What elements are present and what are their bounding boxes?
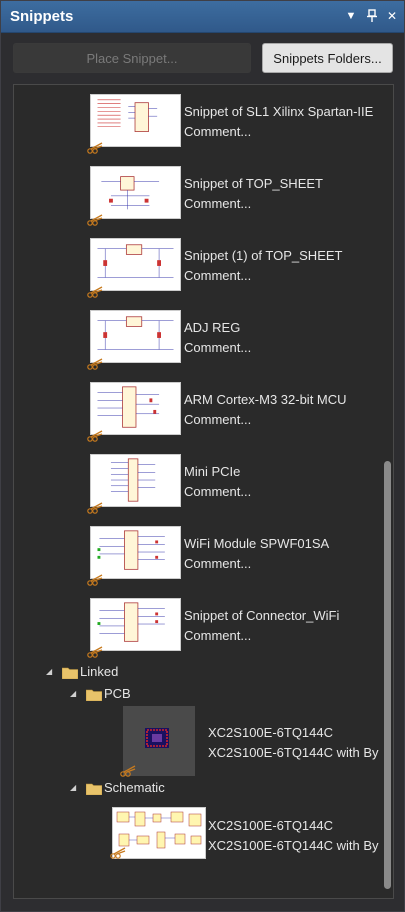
- snippet-comment: Comment...: [184, 484, 252, 499]
- linked-schematic-snippet-item[interactable]: XC2S100E-6TQ144C XC2S100E-6TQ144C with B…: [14, 803, 384, 883]
- snippet-title: WiFi Module SPWF01SA: [184, 536, 330, 551]
- pin-icon[interactable]: [365, 9, 379, 23]
- snippet-item-mini-pcie[interactable]: Mini PCIe Comment...: [14, 454, 384, 516]
- snippet-thumbnail: [112, 807, 206, 859]
- snippet-comment: Comment...: [184, 628, 252, 643]
- collapse-arrow-icon[interactable]: ◢: [46, 668, 54, 676]
- snippet-title: Snippet (1) of TOP_SHEET: [184, 248, 343, 263]
- snippet-scissors-icon: [87, 430, 103, 442]
- snippet-title: ADJ REG: [184, 320, 241, 335]
- snippet-scissors-icon: [87, 358, 103, 370]
- snippet-item-adj-reg[interactable]: ADJ REG Comment...: [14, 310, 384, 372]
- snippet-thumbnail: [90, 94, 181, 147]
- folder-label: PCB: [104, 686, 131, 701]
- snippet-comment: XC2S100E-6TQ144C with By: [208, 838, 379, 853]
- place-snippet-button[interactable]: Place Snippet...: [13, 43, 251, 73]
- folder-pcb[interactable]: ◢ PCB: [70, 686, 190, 704]
- snippets-folders-button[interactable]: Snippets Folders...: [262, 43, 393, 73]
- snippet-comment: Comment...: [184, 412, 252, 427]
- snippet-title: Mini PCIe: [184, 464, 241, 479]
- snippet-title: XC2S100E-6TQ144C: [208, 818, 334, 833]
- snippet-thumbnail: [90, 382, 181, 435]
- snippet-title: Snippet of Connector_WiFi: [184, 608, 340, 623]
- snippet-comment: Comment...: [184, 340, 252, 355]
- panel-title: Snippets: [10, 8, 74, 25]
- folder-label: Linked: [80, 664, 119, 679]
- snippet-item-wifi-module[interactable]: WiFi Module SPWF01SA Comment...: [14, 526, 384, 588]
- snippet-scissors-icon: [120, 765, 136, 777]
- snippet-title: XC2S100E-6TQ144C: [208, 725, 334, 740]
- snippet-scissors-icon: [87, 502, 103, 514]
- folder-label: Schematic: [104, 780, 165, 795]
- snippet-thumbnail: [90, 166, 181, 219]
- snippet-title: Snippet of TOP_SHEET: [184, 176, 323, 191]
- snippets-panel: Snippets ▼ ✕ Place Snippet... Snippets F…: [0, 0, 405, 912]
- folder-icon: [86, 783, 102, 795]
- snippet-item-top-sheet[interactable]: Snippet of TOP_SHEET Comment...: [14, 166, 384, 228]
- snippet-thumbnail: [90, 598, 181, 651]
- snippet-comment: Comment...: [184, 268, 252, 283]
- close-icon[interactable]: ✕: [385, 9, 399, 23]
- snippet-scissors-icon: [87, 574, 103, 586]
- snippet-scissors-icon: [110, 847, 126, 859]
- snippet-scissors-icon: [87, 142, 103, 154]
- snippet-comment: Comment...: [184, 124, 252, 139]
- folder-icon: [62, 667, 78, 679]
- snippet-item-top-sheet-1[interactable]: Snippet (1) of TOP_SHEET Comment...: [14, 238, 384, 300]
- snippet-title: ARM Cortex-M3 32-bit MCU: [184, 392, 347, 407]
- vertical-scrollbar[interactable]: [382, 85, 393, 898]
- snippet-item-sl1-xilinx[interactable]: Snippet of SL1 Xilinx Spartan-IIE Commen…: [14, 94, 384, 156]
- snippet-thumbnail: [90, 310, 181, 363]
- scrollbar-thumb[interactable]: [384, 461, 391, 889]
- snippet-scissors-icon: [87, 286, 103, 298]
- snippets-tree[interactable]: Snippet of SL1 Xilinx Spartan-IIE Commen…: [13, 84, 394, 899]
- snippet-item-arm-cortex[interactable]: ARM Cortex-M3 32-bit MCU Comment...: [14, 382, 384, 444]
- snippet-scissors-icon: [87, 646, 103, 658]
- snippet-title: Snippet of SL1 Xilinx Spartan-IIE: [184, 104, 374, 119]
- collapse-arrow-icon[interactable]: ◢: [70, 784, 78, 792]
- snippet-comment: Comment...: [184, 196, 252, 211]
- snippet-thumbnail: [90, 526, 181, 579]
- snippet-item-connector-wifi[interactable]: Snippet of Connector_WiFi Comment...: [14, 598, 384, 660]
- folder-linked[interactable]: ◢ Linked: [46, 664, 166, 682]
- dropdown-arrow-icon[interactable]: ▼: [344, 9, 358, 23]
- snippet-comment: XC2S100E-6TQ144C with By: [208, 745, 379, 760]
- linked-pcb-snippet-item[interactable]: XC2S100E-6TQ144C XC2S100E-6TQ144C with B…: [14, 705, 384, 785]
- snippet-comment: Comment...: [184, 556, 252, 571]
- snippet-scissors-icon: [87, 214, 103, 226]
- folder-schematic[interactable]: ◢ Schematic: [70, 780, 210, 798]
- snippet-thumbnail: [90, 238, 181, 291]
- collapse-arrow-icon[interactable]: ◢: [70, 690, 78, 698]
- panel-titlebar[interactable]: Snippets ▼ ✕: [1, 1, 404, 33]
- snippet-thumbnail: [90, 454, 181, 507]
- folder-icon: [86, 689, 102, 701]
